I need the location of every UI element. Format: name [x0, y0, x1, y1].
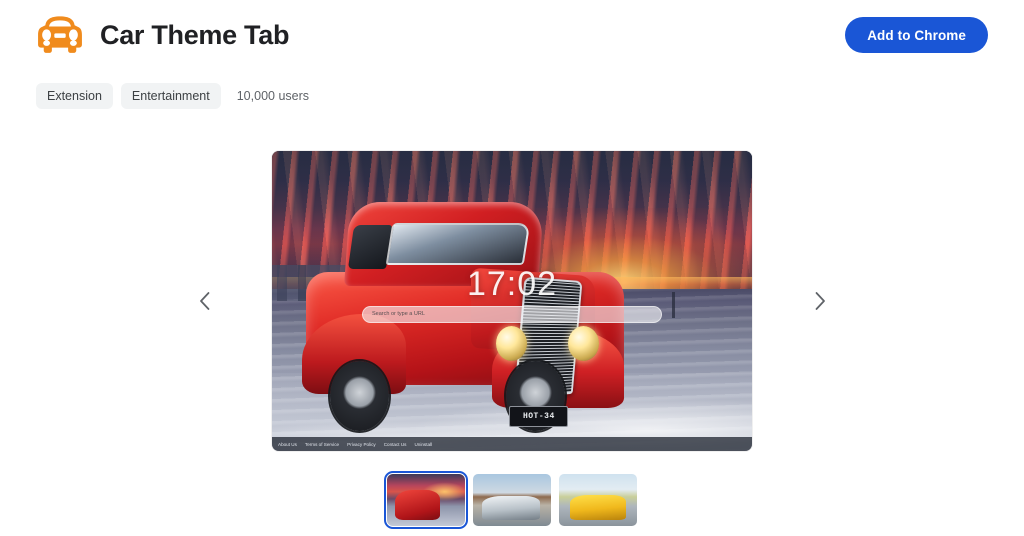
- pier-post: [672, 292, 676, 318]
- metadata-row: Extension Entertainment 10,000 users: [36, 83, 309, 109]
- car-headlight-left: [495, 326, 527, 362]
- car-front-icon: [34, 9, 86, 61]
- footer-link-contact-us[interactable]: Contact Us: [384, 442, 407, 447]
- footer-link-about-us[interactable]: About Us: [278, 442, 297, 447]
- car-rear-wheel: [329, 361, 389, 432]
- footer-link-terms-of-service[interactable]: Terms of Service: [305, 442, 339, 447]
- chevron-right-icon[interactable]: [806, 284, 834, 318]
- page-header: Car Theme Tab Add to Chrome: [0, 0, 1024, 70]
- hero-screenshot[interactable]: HOT-34 17:02 Search or type a URL About …: [272, 151, 752, 451]
- license-plate: HOT-34: [509, 405, 569, 427]
- footer-link-uninstall[interactable]: Uninstall: [414, 442, 432, 447]
- thumbnail-0[interactable]: [384, 471, 468, 529]
- new-tab-search-input[interactable]: Search or type a URL: [362, 305, 662, 323]
- brand: Car Theme Tab: [34, 9, 289, 61]
- car-windshield: [385, 223, 531, 266]
- thumbnail-strip: [0, 471, 1024, 529]
- new-tab-footer: About Us Terms of Service Privacy Policy…: [272, 437, 752, 451]
- chevron-left-icon[interactable]: [190, 284, 218, 318]
- screenshot-carousel: HOT-34 17:02 Search or type a URL About …: [0, 151, 1024, 451]
- thumbnail-1[interactable]: [473, 474, 551, 526]
- extension-detail-page: Car Theme Tab Add to Chrome Extension En…: [0, 0, 1024, 536]
- car-side-window: [347, 225, 392, 270]
- footer-link-privacy-policy[interactable]: Privacy Policy: [347, 442, 376, 447]
- add-to-chrome-button[interactable]: Add to Chrome: [845, 17, 988, 53]
- category-chip-extension[interactable]: Extension: [36, 83, 113, 109]
- page-title: Car Theme Tab: [100, 19, 290, 50]
- search-placeholder-text: Search or type a URL: [372, 311, 425, 317]
- user-count: 10,000 users: [236, 89, 310, 103]
- category-chip-entertainment[interactable]: Entertainment: [120, 83, 221, 109]
- thumbnail-2[interactable]: [559, 474, 637, 526]
